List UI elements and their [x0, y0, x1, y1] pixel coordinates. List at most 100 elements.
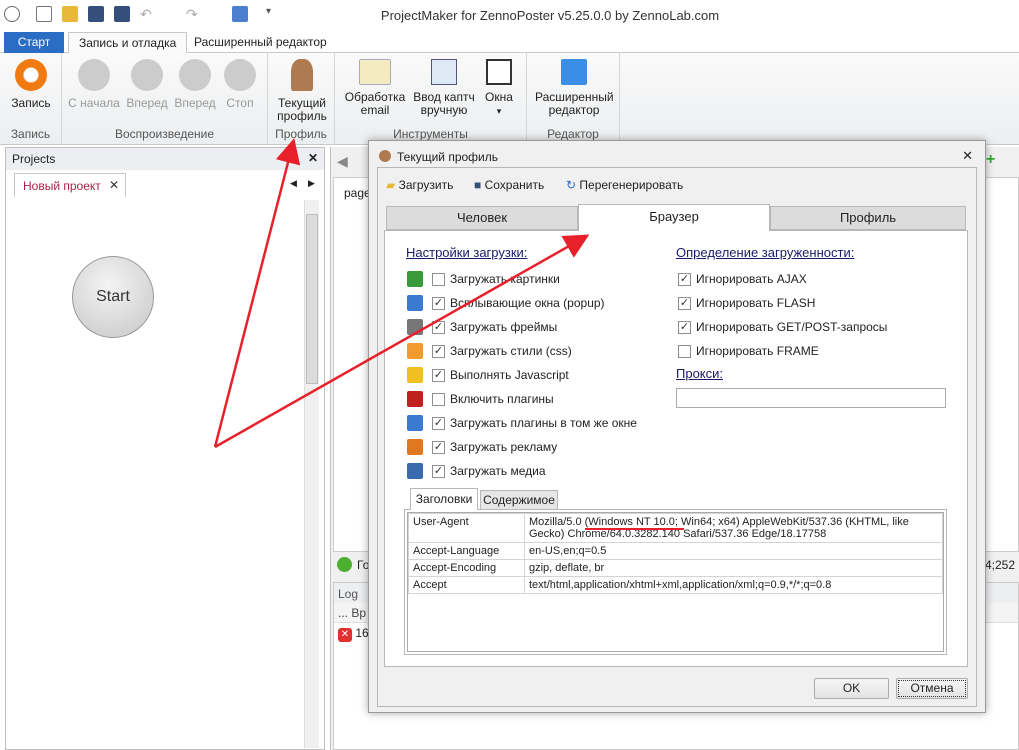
ok-button[interactable]: OK [814, 678, 889, 699]
header-value[interactable]: gzip, deflate, br [524, 559, 943, 577]
from-start-button[interactable]: С начала [68, 59, 120, 110]
load-option[interactable]: ✓ Загружать фреймы [407, 319, 557, 335]
busy-option[interactable]: ✓ Игнорировать AJAX [678, 271, 807, 287]
tab-person[interactable]: Человек [386, 206, 578, 230]
checkbox[interactable]: ✓ [432, 440, 445, 454]
start-node[interactable]: Start [72, 256, 154, 338]
tab-browser[interactable]: Браузер [578, 204, 770, 231]
music-icon [407, 463, 423, 479]
image-icon [407, 271, 423, 287]
proxy-input[interactable] [676, 388, 946, 408]
refresh-icon: ↻ [566, 178, 577, 192]
vertical-scrollbar[interactable] [304, 200, 319, 748]
page-tab[interactable]: page [344, 186, 371, 200]
load-option[interactable]: ✓ Загружать медиа [407, 463, 546, 479]
dialog-title: Текущий профиль [397, 150, 499, 164]
tab-headers[interactable]: Заголовки [410, 488, 478, 510]
current-profile-button[interactable]: Текущий профиль [274, 59, 330, 123]
save-button[interactable]: ■ Сохранить [474, 178, 544, 192]
header-name: Accept-Encoding [408, 559, 525, 577]
email-processing-button[interactable]: Обработка email [343, 59, 407, 117]
label: email [360, 103, 390, 117]
popup-icon [407, 295, 423, 311]
tab-start[interactable]: Старт [4, 32, 64, 53]
css-icon [407, 343, 423, 359]
dialog-body: ▰ Загрузить ■ Сохранить ↻ Перегенерирова… [377, 167, 977, 707]
record-icon [15, 59, 47, 91]
group-editor: Расширенный редактор Редактор [527, 53, 620, 145]
tab-content[interactable]: Содержимое [480, 490, 558, 510]
plugin-window-icon [407, 415, 423, 431]
checkbox[interactable]: ✓ [432, 296, 445, 310]
header-name: Accept-Language [408, 542, 525, 560]
stop-button[interactable]: Стоп [222, 59, 258, 110]
header-row[interactable]: Accept-Encoding gzip, deflate, br [408, 559, 943, 577]
header-row[interactable]: User-Agent Mozilla/5.0 (Windows NT 10.0; … [408, 513, 943, 543]
option-label: Включить плагины [450, 392, 554, 406]
close-icon[interactable]: ✕ [962, 148, 973, 164]
cancel-button[interactable]: Отмена [896, 678, 968, 699]
close-tab-icon[interactable]: ✕ [109, 178, 119, 192]
record-button[interactable]: Запись [8, 59, 54, 110]
tab-new-project[interactable]: Новый проект ✕ [14, 173, 126, 197]
load-option[interactable]: Включить плагины [407, 391, 554, 407]
load-option[interactable]: ✓ Выполнять Javascript [407, 367, 569, 383]
header-row[interactable]: Accept-Language en-US,en;q=0.5 [408, 542, 943, 560]
forward-button[interactable]: Вперед [124, 59, 170, 110]
load-option[interactable]: Загружать картинки [407, 271, 560, 287]
step-forward-button[interactable]: Вперед [172, 59, 218, 110]
scroll-right-icon[interactable]: ▶ [308, 178, 315, 189]
label: Сохранить [484, 178, 545, 192]
manual-captcha-button[interactable]: Ввод каптч вручную [411, 59, 477, 117]
load-option[interactable]: ✓ Всплывающие окна (popup) [407, 295, 605, 311]
checkbox[interactable]: ✓ [432, 464, 445, 478]
option-label: Загружать медиа [450, 464, 546, 478]
checkbox[interactable] [432, 392, 445, 406]
load-option[interactable]: ✓ Загружать стили (css) [407, 343, 572, 359]
label: Стоп [226, 96, 254, 110]
tab-record-debug[interactable]: Запись и отладка [68, 32, 188, 53]
group-label: Инструменты [393, 127, 468, 141]
checkbox[interactable]: ✓ [678, 296, 691, 310]
pin-icon[interactable]: ⊥ [286, 151, 296, 165]
back-arrow-icon[interactable]: ◀ [337, 153, 348, 170]
label: Вперед [126, 96, 168, 110]
windows-button[interactable]: Окна ▾ [481, 59, 517, 118]
ribbon: Запись Запись С начала Вперед Вперед Сто… [0, 53, 1019, 145]
headers-table: User-Agent Mozilla/5.0 (Windows NT 10.0; … [408, 513, 943, 594]
flash-icon [407, 391, 423, 407]
scrollbar-thumb[interactable] [306, 214, 318, 384]
header-value[interactable]: Mozilla/5.0 (Windows NT 10.0; Win64; x64… [524, 513, 943, 543]
add-icon[interactable]: + [986, 151, 995, 169]
busy-option[interactable]: ✓ Игнорировать GET/POST-запросы [678, 319, 887, 335]
checkbox[interactable]: ✓ [432, 368, 445, 382]
checkbox[interactable]: ✓ [432, 416, 445, 430]
checkbox[interactable]: ✓ [432, 320, 445, 334]
checkbox[interactable] [432, 272, 445, 286]
option-label: Загружать плагины в том же окне [450, 416, 637, 430]
load-button[interactable]: ▰ Загрузить [386, 178, 453, 192]
header-value[interactable]: text/html,application/xhtml+xml,applicat… [524, 576, 943, 594]
regenerate-button[interactable]: ↻ Перегенерировать [566, 178, 683, 192]
label: Ввод каптч [413, 90, 475, 104]
checkbox[interactable]: ✓ [678, 320, 691, 334]
header-row[interactable]: Accept text/html,application/xhtml+xml,ap… [408, 576, 943, 594]
label: Загрузить [398, 178, 454, 192]
advanced-editor-button[interactable]: Расширенный редактор [535, 59, 614, 117]
busy-option[interactable]: ✓ Игнорировать FLASH [678, 295, 815, 311]
option-label: Загружать рекламу [450, 440, 558, 454]
checkbox[interactable]: ✓ [678, 272, 691, 286]
busy-option[interactable]: Игнорировать FRAME [678, 343, 819, 359]
checkbox[interactable] [678, 344, 691, 358]
browser-tab-panel: Настройки загрузки: Загружать картинки ✓ В… [384, 230, 968, 667]
col-time[interactable]: Вр [351, 606, 366, 620]
load-option[interactable]: ✓ Загружать рекламу [407, 439, 557, 455]
load-option[interactable]: ✓ Загружать плагины в том же окне [407, 415, 637, 431]
tab-profile[interactable]: Профиль [770, 206, 966, 230]
scroll-left-icon[interactable]: ◀ [290, 178, 297, 189]
close-icon[interactable]: ✕ [308, 151, 318, 165]
checkbox[interactable]: ✓ [432, 344, 445, 358]
option-label: Игнорировать FRAME [696, 344, 819, 358]
header-value[interactable]: en-US,en;q=0.5 [524, 542, 943, 560]
tab-advanced-editor[interactable]: Расширенный редактор [184, 32, 337, 53]
